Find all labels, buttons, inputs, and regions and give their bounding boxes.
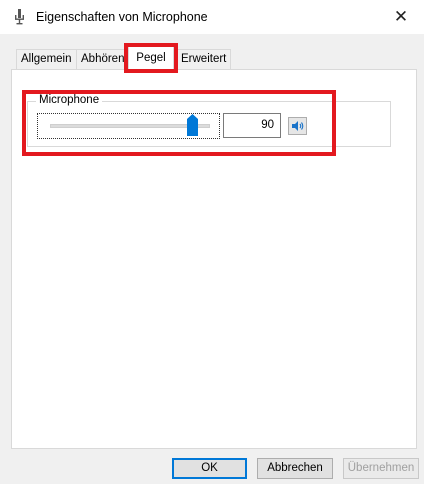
title-bar: Eigenschaften von Microphone ✕ [0, 0, 424, 34]
tab-erweitert[interactable]: Erweitert [176, 49, 232, 69]
apply-button[interactable]: Übernehmen [343, 458, 419, 479]
close-button[interactable]: ✕ [378, 0, 424, 34]
window-title: Eigenschaften von Microphone [36, 10, 208, 24]
tab-abhoeren[interactable]: Abhören [76, 49, 130, 69]
cancel-button[interactable]: Abbrechen [257, 458, 333, 479]
tab-allgemein[interactable]: Allgemein [16, 49, 77, 69]
level-highlight-box [22, 90, 336, 156]
tab-highlight-box [124, 43, 178, 73]
microphone-icon [15, 9, 24, 25]
ok-button[interactable]: OK [172, 458, 247, 479]
